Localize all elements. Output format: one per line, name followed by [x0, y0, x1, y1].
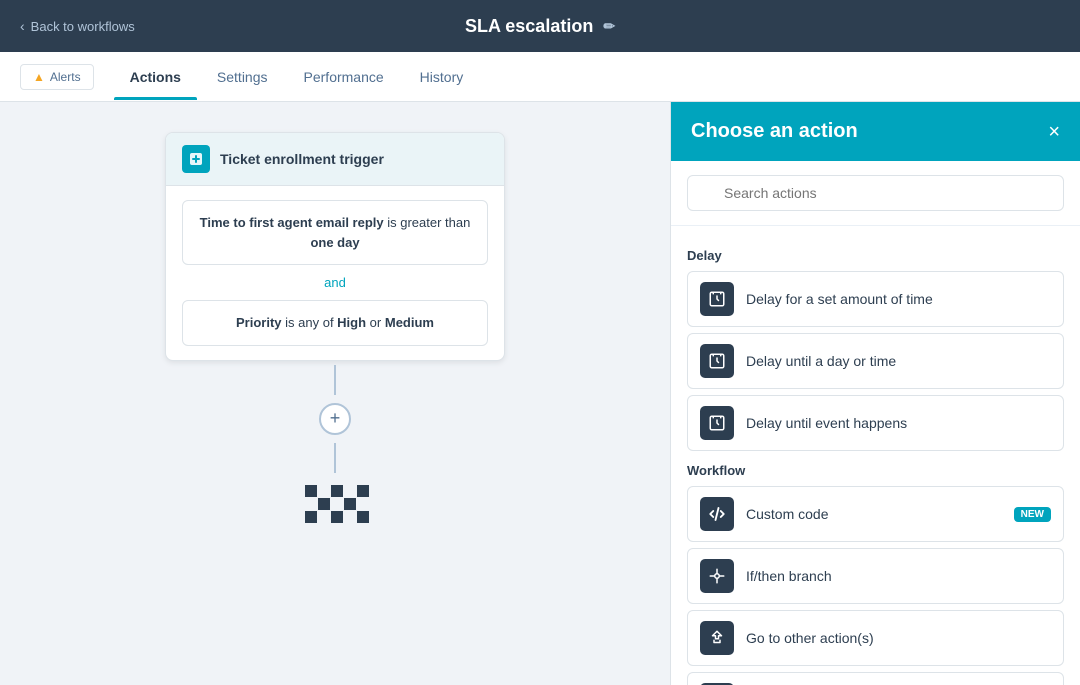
- workflow-end-pattern: [305, 485, 365, 525]
- add-action-button[interactable]: +: [319, 403, 351, 435]
- delay-event-icon: [700, 406, 734, 440]
- workflow-name: SLA escalation: [465, 16, 593, 37]
- ifthen-icon: [700, 559, 734, 593]
- action-chooser-panel: Choose an action × ⌕ Delay Delay fo: [670, 102, 1080, 685]
- search-input[interactable]: [687, 175, 1064, 211]
- alerts-button[interactable]: ▲ Alerts: [20, 64, 94, 90]
- actions-list: Delay Delay for a set amount of time: [671, 226, 1080, 685]
- action-delay-event[interactable]: Delay until event happens: [687, 395, 1064, 451]
- back-label: Back to workflows: [31, 19, 135, 34]
- condition-2: Priority is any of High or Medium: [182, 300, 488, 346]
- connector-line-2: [334, 443, 336, 473]
- tab-history[interactable]: History: [404, 55, 480, 99]
- action-delay-set[interactable]: Delay for a set amount of time: [687, 271, 1064, 327]
- action-ifthen[interactable]: If/then branch: [687, 548, 1064, 604]
- delay-set-icon: [700, 282, 734, 316]
- alerts-label: Alerts: [50, 70, 81, 84]
- action-delay-day[interactable]: Delay until a day or time: [687, 333, 1064, 389]
- custom-code-icon: [700, 497, 734, 531]
- workflow-title: SLA escalation ✏: [465, 16, 615, 37]
- trigger-block[interactable]: Ticket enrollment trigger Time to first …: [165, 132, 505, 361]
- custom-code-label: Custom code: [746, 506, 828, 522]
- top-nav: ‹ Back to workflows SLA escalation ✏: [0, 0, 1080, 52]
- search-container: ⌕: [671, 161, 1080, 226]
- delay-day-label: Delay until a day or time: [746, 353, 896, 369]
- action-goto[interactable]: Go to other action(s): [687, 610, 1064, 666]
- connector-line: [334, 365, 336, 395]
- trigger-title: Ticket enrollment trigger: [220, 151, 384, 167]
- tab-performance[interactable]: Performance: [288, 55, 400, 99]
- search-wrapper: ⌕: [687, 175, 1064, 211]
- ifthen-label: If/then branch: [746, 568, 832, 584]
- tab-actions[interactable]: Actions: [114, 55, 197, 99]
- back-link[interactable]: ‹ Back to workflows: [20, 18, 135, 34]
- and-label: and: [182, 275, 488, 290]
- new-badge: NEW: [1014, 507, 1051, 522]
- goto-icon: [700, 621, 734, 655]
- panel-header: Choose an action ×: [671, 102, 1080, 161]
- tabs-bar: ▲ Alerts Actions Settings Performance Hi…: [0, 52, 1080, 102]
- workflow-canvas: Ticket enrollment trigger Time to first …: [0, 102, 670, 685]
- back-arrow-icon: ‹: [20, 18, 25, 34]
- alert-dot-icon: ▲: [33, 70, 45, 84]
- tab-settings[interactable]: Settings: [201, 55, 284, 99]
- main-layout: Ticket enrollment trigger Time to first …: [0, 102, 1080, 685]
- section-label-delay: Delay: [687, 248, 1064, 263]
- trigger-icon: [182, 145, 210, 173]
- close-panel-button[interactable]: ×: [1048, 122, 1060, 142]
- trigger-conditions: Time to first agent email reply is great…: [166, 186, 504, 360]
- action-custom-code[interactable]: Custom code NEW: [687, 486, 1064, 542]
- panel-title: Choose an action: [691, 120, 858, 143]
- delay-set-label: Delay for a set amount of time: [746, 291, 933, 307]
- section-label-workflow: Workflow: [687, 463, 1064, 478]
- edit-icon[interactable]: ✏: [603, 18, 615, 35]
- goto-label: Go to other action(s): [746, 630, 874, 646]
- condition-1: Time to first agent email reply is great…: [182, 200, 488, 265]
- trigger-header: Ticket enrollment trigger: [166, 133, 504, 186]
- delay-event-label: Delay until event happens: [746, 415, 907, 431]
- delay-day-icon: [700, 344, 734, 378]
- action-enroll[interactable]: Enroll in another workflow: [687, 672, 1064, 685]
